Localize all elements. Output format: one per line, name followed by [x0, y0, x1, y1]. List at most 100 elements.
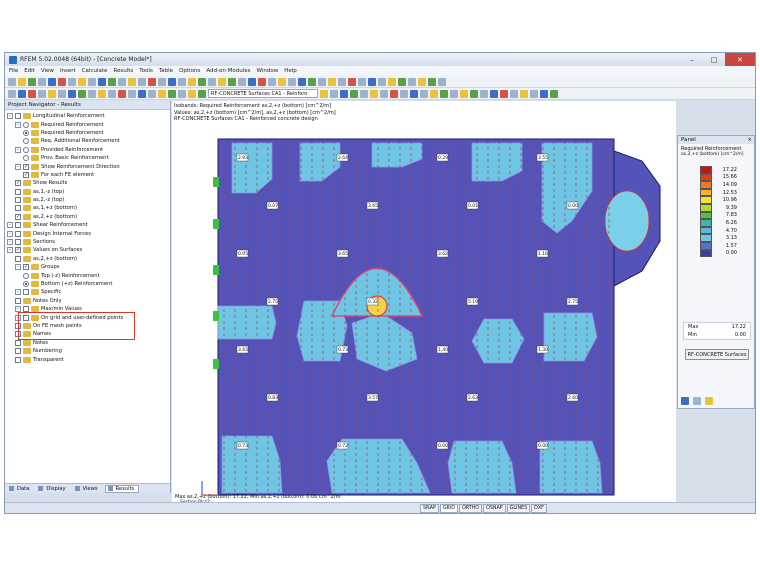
checkbox[interactable] [15, 230, 21, 237]
reinforcement-plot[interactable]: 2.93 2.64 0.29 3.55 0.07 3.65 0.01 0.00 0.05 3.65… [172, 101, 676, 504]
toolbar-button-icon[interactable] [418, 77, 426, 86]
rf-concrete-surfaces-button[interactable]: RF-CONCRETE Surfaces [685, 349, 749, 360]
menu-item[interactable]: Insert [60, 68, 76, 74]
radio-button[interactable] [23, 138, 29, 145]
expander-icon[interactable]: - [15, 121, 21, 128]
toolbar-button-icon[interactable] [378, 77, 386, 86]
menu-item[interactable]: Results [113, 68, 133, 74]
toolbar-button-icon[interactable] [148, 89, 156, 98]
toolbar-button-icon[interactable] [48, 89, 56, 98]
checkbox[interactable]: ✓ [23, 264, 29, 271]
navigator-tab[interactable]: Display [36, 486, 69, 492]
toolbar-button-icon[interactable] [248, 77, 256, 86]
toolbar-button-icon[interactable] [318, 77, 326, 86]
toolbar-button-icon[interactable] [18, 89, 26, 98]
toolbar-button-icon[interactable] [58, 77, 66, 86]
toolbar-button-icon[interactable] [358, 77, 366, 86]
checkbox[interactable] [15, 222, 21, 229]
tree-item[interactable]: as,1,-z (top) [5, 188, 170, 196]
toolbar-button-icon[interactable] [360, 89, 368, 98]
toolbar-button-icon[interactable] [268, 77, 276, 86]
tree-item[interactable]: - Shear Reinforcement [5, 221, 170, 229]
toolbar-button-icon[interactable] [118, 77, 126, 86]
toolbar-button-icon[interactable] [178, 77, 186, 86]
toolbar-button-icon[interactable] [398, 77, 406, 86]
toolbar-button-icon[interactable] [88, 89, 96, 98]
toolbar-button-icon[interactable] [108, 77, 116, 86]
tree-item[interactable]: ✓ For each FE element [5, 171, 170, 179]
toolbar-button-icon[interactable] [108, 89, 116, 98]
expander-icon[interactable]: - [7, 247, 13, 254]
checkbox[interactable]: ✓ [15, 213, 21, 220]
tree-item[interactable]: Notes Only [5, 297, 170, 305]
toolbar-button-icon[interactable] [368, 77, 376, 86]
checkbox[interactable] [15, 239, 21, 246]
toolbar-button-icon[interactable] [330, 89, 338, 98]
radio-button[interactable] [23, 146, 29, 153]
toolbar-button-icon[interactable] [400, 89, 408, 98]
checkbox[interactable] [15, 188, 21, 195]
graphics-view[interactable]: 2.93 2.64 0.29 3.55 0.07 3.65 0.01 0.00 0.05 3.65… [172, 101, 676, 504]
toolbar-button-icon[interactable] [350, 89, 358, 98]
checkbox[interactable]: ✓ [15, 180, 21, 187]
tree-item[interactable]: - Required Reinforcement [5, 120, 170, 128]
tree-item[interactable]: Transparent [5, 355, 170, 363]
toolbar-button-icon[interactable] [208, 77, 216, 86]
toolbar-button-icon[interactable] [258, 77, 266, 86]
toolbar-button-icon[interactable] [118, 89, 126, 98]
checkbox[interactable] [15, 255, 21, 262]
toolbar-button-icon[interactable] [390, 89, 398, 98]
toolbar-button-icon[interactable] [38, 77, 46, 86]
minimize-button[interactable]: – [681, 53, 703, 66]
toolbar-button-icon[interactable] [490, 89, 498, 98]
toolbar-button-icon[interactable] [78, 89, 86, 98]
tree-item[interactable]: as,2,-z (top) [5, 196, 170, 204]
toolbar-button-icon[interactable] [480, 89, 488, 98]
navigator-tab[interactable]: Results [104, 484, 140, 493]
toolbar-button-icon[interactable] [178, 89, 186, 98]
status-toggle-osnap[interactable]: OSNAP [483, 504, 506, 513]
toolbar-button-icon[interactable] [308, 77, 316, 86]
toolbar-button-icon[interactable] [128, 77, 136, 86]
menu-item[interactable]: Options [179, 68, 200, 74]
settings-icon[interactable] [693, 397, 701, 405]
filter-icon[interactable] [705, 397, 713, 405]
tree-item[interactable]: Top (-z) Reinforcement [5, 271, 170, 279]
toolbar-button-icon[interactable] [370, 89, 378, 98]
toolbar-button-icon[interactable] [58, 89, 66, 98]
toolbar-button-icon[interactable] [540, 89, 548, 98]
radio-button[interactable] [23, 281, 29, 287]
toolbar-button-icon[interactable] [158, 89, 166, 98]
toolbar-button-icon[interactable] [188, 77, 196, 86]
toolbar-button-icon[interactable] [148, 77, 156, 86]
expander-icon[interactable]: - [7, 222, 13, 229]
toolbar-button-icon[interactable] [8, 89, 16, 98]
toolbar-button-icon[interactable] [228, 77, 236, 86]
toolbar-button-icon[interactable] [158, 77, 166, 86]
toolbar-button-icon[interactable] [340, 89, 348, 98]
status-toggle-ortho[interactable]: ORTHO [458, 504, 483, 513]
toolbar-button-icon[interactable] [28, 77, 36, 86]
tree-item[interactable]: as,1,+z (bottom) [5, 204, 170, 212]
toolbar-button-icon[interactable] [298, 77, 306, 86]
navigator-tab[interactable]: Data [7, 486, 33, 492]
radio-button[interactable] [23, 121, 29, 128]
radio-button[interactable] [23, 155, 29, 162]
toolbar-button-icon[interactable] [288, 77, 296, 86]
maximize-button[interactable]: □ [703, 53, 725, 66]
toolbar-button-icon[interactable] [128, 89, 136, 98]
toolbar-button-icon[interactable] [428, 77, 436, 86]
expander-icon[interactable]: - [7, 113, 13, 120]
navigator-tab[interactable]: Views [73, 486, 102, 492]
toolbar-button-icon[interactable] [188, 89, 196, 98]
toolbar-button-icon[interactable] [470, 89, 478, 98]
checkbox[interactable] [15, 113, 21, 120]
menu-item[interactable]: Window [257, 68, 279, 74]
toolbar-button-icon[interactable] [138, 89, 146, 98]
toolbar-button-icon[interactable] [28, 89, 36, 98]
radio-button[interactable] [23, 272, 29, 279]
toolbar-button-icon[interactable] [450, 89, 458, 98]
checkbox[interactable]: ✓ [15, 247, 21, 254]
expander-icon[interactable]: - [15, 146, 21, 153]
toolbar-button-icon[interactable] [420, 89, 428, 98]
